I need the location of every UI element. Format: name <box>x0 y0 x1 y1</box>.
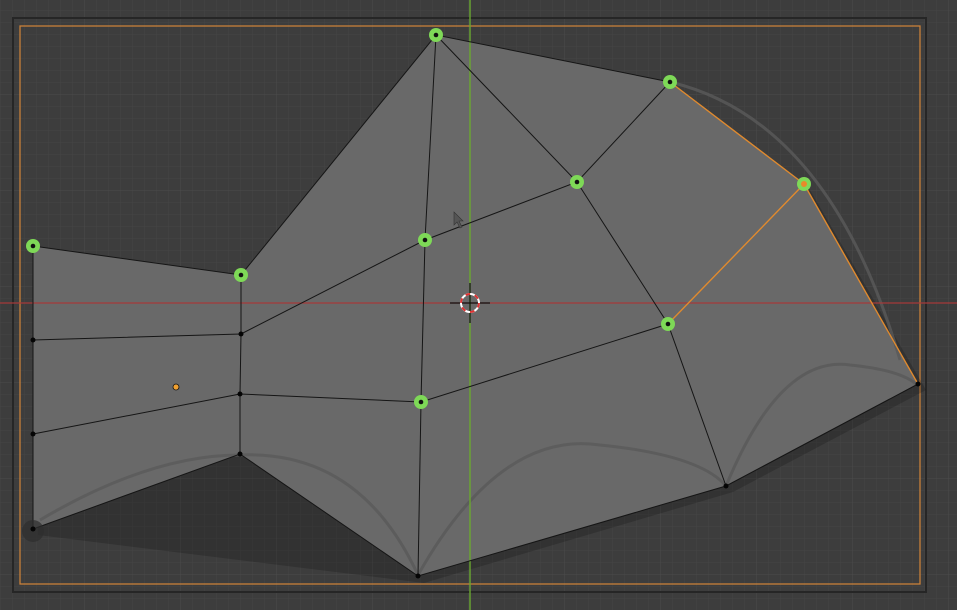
selected-vertex <box>570 175 584 189</box>
selected-vertex-active <box>797 177 811 191</box>
vertex <box>30 431 36 437</box>
selected-vertex <box>26 239 40 253</box>
vertex <box>723 483 729 489</box>
selected-vertex <box>414 395 428 409</box>
selected-vertex <box>429 28 443 42</box>
vertex[interactable] <box>30 526 36 532</box>
selected-vertex <box>663 75 677 89</box>
vertex <box>915 381 921 387</box>
selected-vertex <box>234 268 248 282</box>
vertex <box>237 451 243 457</box>
vertex <box>237 391 243 397</box>
vertex <box>238 331 244 337</box>
object-origin-icon[interactable] <box>172 383 180 391</box>
vertex <box>415 573 421 579</box>
selected-vertex <box>418 233 432 247</box>
3d-viewport[interactable] <box>0 0 957 610</box>
vertex <box>30 337 36 343</box>
selected-vertex <box>661 317 675 331</box>
viewport-canvas[interactable] <box>0 0 957 610</box>
